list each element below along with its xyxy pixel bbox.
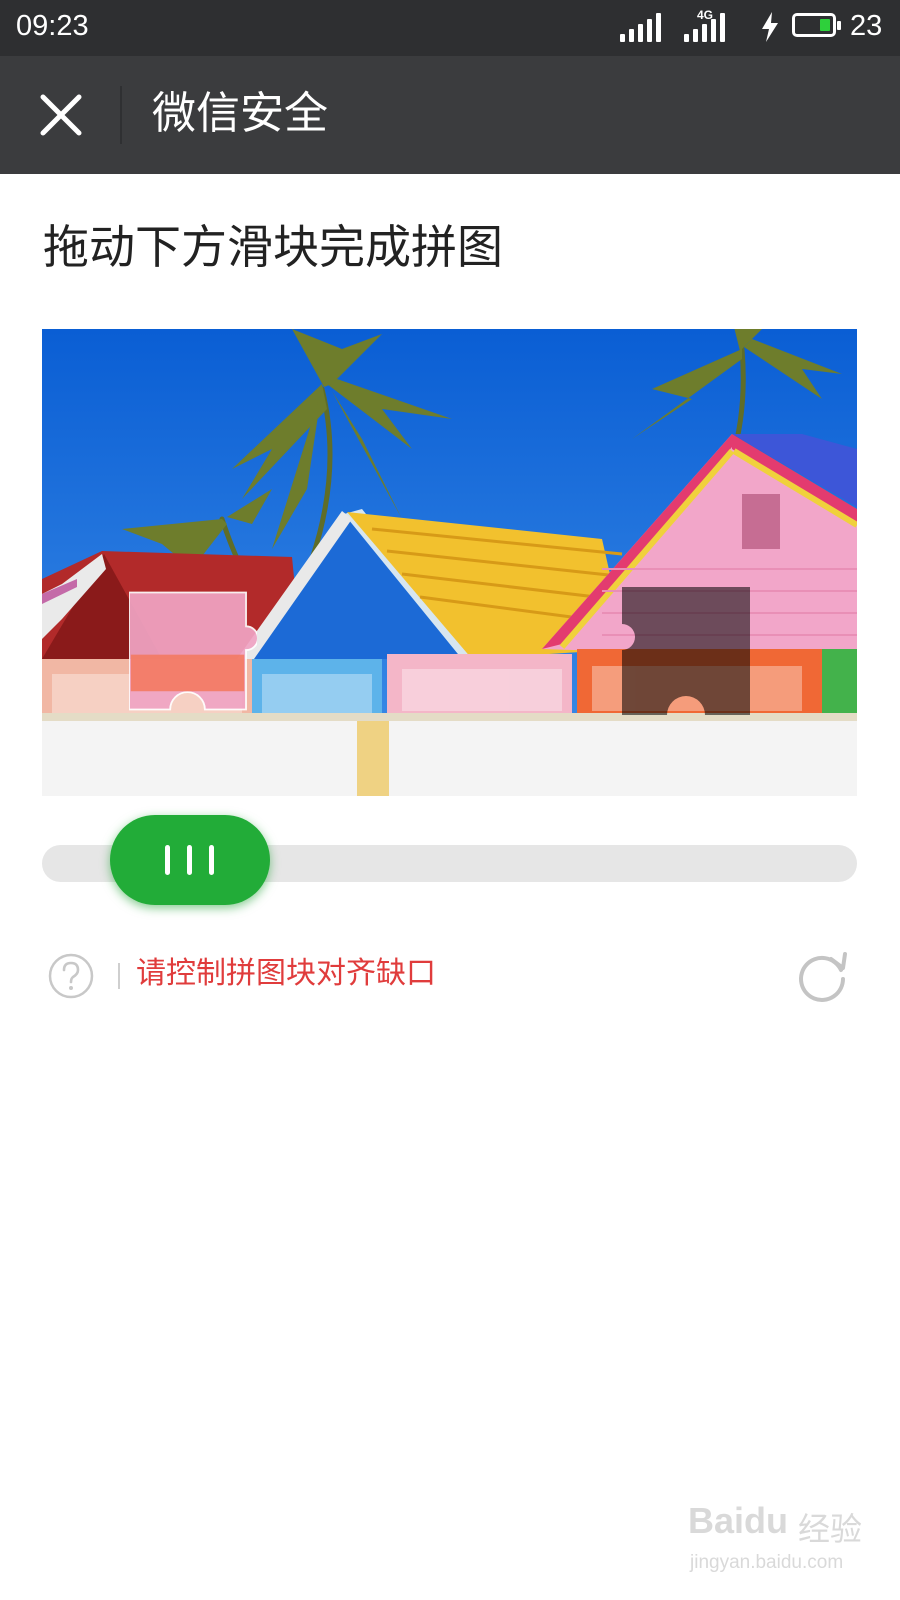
puzzle-piece[interactable]	[129, 587, 257, 715]
question-icon[interactable]	[47, 952, 95, 1000]
slider-handle[interactable]	[110, 815, 270, 905]
nav-bar: 微信安全	[0, 56, 900, 174]
grip-line	[187, 845, 192, 875]
watermark-url: jingyan.baidu.com	[690, 1552, 844, 1573]
nav-divider	[120, 86, 122, 144]
close-icon	[40, 94, 82, 136]
close-button[interactable]	[30, 84, 92, 146]
watermark-brand: Baidu	[688, 1500, 789, 1541]
watermark-brand-cn: 经验	[798, 1510, 863, 1548]
captcha-image	[42, 329, 857, 796]
beach-houses-picture	[42, 329, 857, 796]
watermark: Baidu 经验 jingyan.baidu.com	[688, 1500, 878, 1590]
refresh-icon[interactable]	[793, 948, 851, 1006]
grip-line	[209, 845, 214, 875]
battery-fill	[820, 19, 830, 31]
charging-icon	[762, 12, 778, 42]
signal-icon	[620, 12, 664, 42]
page-title: 拖动下方滑块完成拼图	[43, 220, 503, 274]
battery-icon	[792, 13, 841, 37]
puzzle-gap	[622, 587, 750, 715]
nav-title: 微信安全	[152, 88, 328, 139]
signal-4g-icon	[684, 12, 728, 42]
battery-level: 23	[850, 10, 883, 42]
hint-text: 请控制拼图块对齐缺口	[136, 956, 436, 991]
status-bar: 09:23 4G 23	[0, 0, 900, 56]
status-time: 09:23	[16, 10, 89, 42]
hint-separator	[118, 963, 120, 989]
grip-line	[165, 845, 170, 875]
